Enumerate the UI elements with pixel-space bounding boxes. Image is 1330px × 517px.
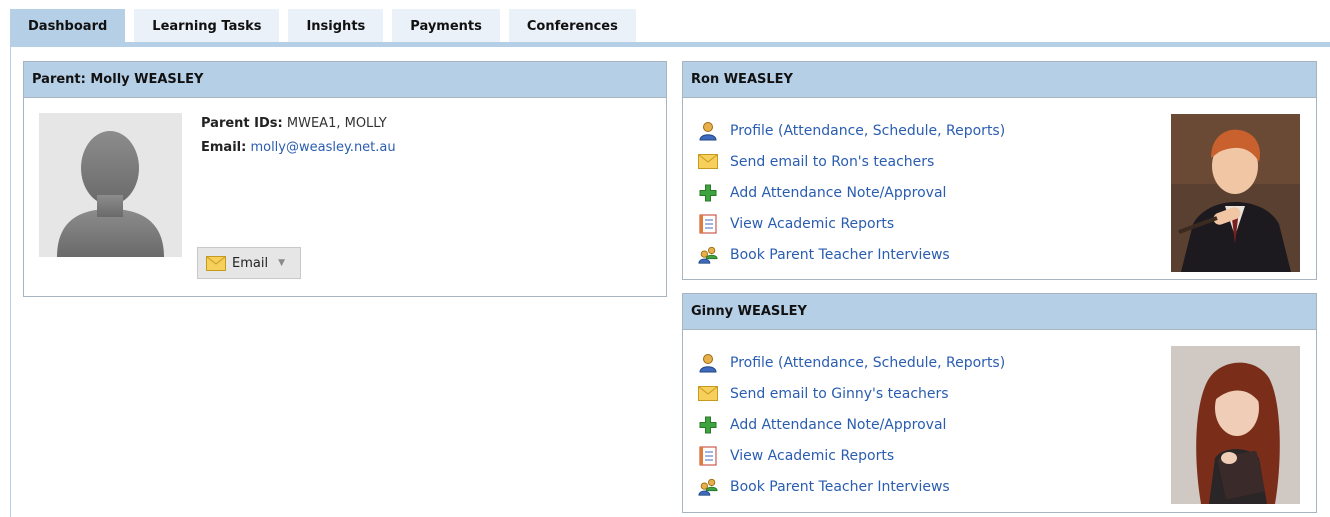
parent-email-label: Email:: [201, 140, 247, 155]
send-email-link[interactable]: Send email to Ginny's teachers: [698, 378, 1005, 409]
student-panel-title: Ron WEASLEY: [683, 62, 1316, 98]
tab-conferences[interactable]: Conferences: [508, 9, 636, 43]
parent-panel-title: Parent: Molly WEASLEY: [24, 62, 666, 98]
academic-reports-link-label: View Academic Reports: [730, 447, 895, 464]
tab-insights[interactable]: Insights: [288, 9, 384, 43]
parent-ids-row: Parent IDs: MWEA1, MOLLY: [201, 112, 396, 136]
envelope-icon: [206, 255, 226, 271]
student-panel-ron: Ron WEASLEY Profile (Attendance, Schedul…: [682, 61, 1317, 280]
student-photo-image: [1171, 114, 1300, 272]
parent-ids-value: MWEA1, MOLLY: [286, 116, 387, 131]
plus-icon: [699, 416, 717, 433]
plus-icon: [699, 184, 717, 201]
academic-reports-link-label: View Academic Reports: [730, 215, 895, 232]
student-photo: [1171, 346, 1300, 504]
attendance-note-link[interactable]: Add Attendance Note/Approval: [698, 409, 1005, 440]
book-interviews-link-label: Book Parent Teacher Interviews: [730, 478, 950, 495]
email-dropdown-button[interactable]: Email ▼: [197, 247, 301, 279]
academic-reports-link[interactable]: View Academic Reports: [698, 208, 1005, 239]
envelope-icon: [698, 386, 718, 401]
person-icon: [699, 353, 717, 372]
content-frame-border: [10, 47, 11, 517]
send-email-link[interactable]: Send email to Ron's teachers: [698, 146, 1005, 177]
chevron-down-icon: ▼: [278, 258, 285, 268]
parent-panel: Parent: Molly WEASLEY Parent IDs: MWEA1,…: [23, 61, 667, 297]
student-panel-ginny: Ginny WEASLEY Profile (Attendance, Sched…: [682, 293, 1317, 513]
book-interviews-link[interactable]: Book Parent Teacher Interviews: [698, 239, 1005, 270]
interview-icon: [698, 478, 718, 496]
interview-icon: [698, 246, 718, 264]
email-button-label: Email: [232, 255, 269, 271]
profile-link-label: Profile (Attendance, Schedule, Reports): [730, 354, 1006, 371]
person-icon: [699, 121, 717, 140]
envelope-icon: [698, 154, 718, 169]
avatar-silhouette-icon: [57, 131, 164, 257]
student-photo-image: [1171, 346, 1300, 504]
book-interviews-link-label: Book Parent Teacher Interviews: [730, 246, 950, 263]
tab-dashboard[interactable]: Dashboard: [10, 9, 126, 43]
attendance-note-link[interactable]: Add Attendance Note/Approval: [698, 177, 1005, 208]
profile-link[interactable]: Profile (Attendance, Schedule, Reports): [698, 115, 1005, 146]
parent-info: Parent IDs: MWEA1, MOLLY Email: molly@we…: [201, 112, 396, 160]
academic-reports-link[interactable]: View Academic Reports: [698, 440, 1005, 471]
student-photo: [1171, 114, 1300, 272]
send-email-link-label: Send email to Ginny's teachers: [730, 385, 949, 402]
report-icon: [699, 214, 717, 233]
student-links: Profile (Attendance, Schedule, Reports) …: [698, 347, 1005, 502]
send-email-link-label: Send email to Ron's teachers: [730, 153, 935, 170]
profile-link-label: Profile (Attendance, Schedule, Reports): [730, 122, 1006, 139]
profile-link[interactable]: Profile (Attendance, Schedule, Reports): [698, 347, 1005, 378]
parent-ids-label: Parent IDs:: [201, 116, 283, 131]
parent-email-row: Email: molly@weasley.net.au: [201, 136, 396, 160]
book-interviews-link[interactable]: Book Parent Teacher Interviews: [698, 471, 1005, 502]
attendance-note-link-label: Add Attendance Note/Approval: [730, 416, 947, 433]
tab-payments[interactable]: Payments: [392, 9, 500, 43]
parent-avatar: [39, 113, 182, 257]
tab-bar: Dashboard Learning Tasks Insights Paymen…: [10, 9, 645, 43]
tab-learning-tasks[interactable]: Learning Tasks: [134, 9, 280, 43]
attendance-note-link-label: Add Attendance Note/Approval: [730, 184, 947, 201]
student-panel-title: Ginny WEASLEY: [683, 294, 1316, 330]
tab-underline: [10, 42, 1330, 47]
report-icon: [699, 446, 717, 465]
student-links: Profile (Attendance, Schedule, Reports) …: [698, 115, 1005, 270]
parent-email-link[interactable]: molly@weasley.net.au: [250, 140, 395, 155]
